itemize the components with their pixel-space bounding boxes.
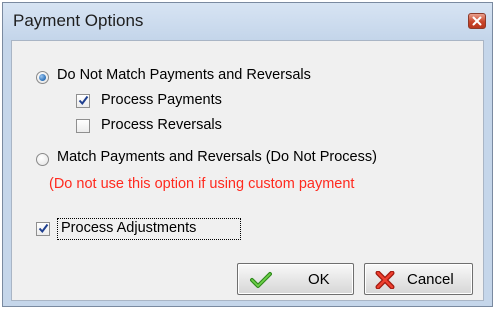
do-not-match-label[interactable]: Do Not Match Payments and Reversals — [57, 67, 311, 83]
process-payments-checkbox[interactable] — [76, 94, 90, 108]
payment-options-dialog: Payment Options Do Not Match Payments an… — [2, 2, 493, 307]
green-checkmark-icon — [250, 272, 272, 288]
match-radio[interactable] — [36, 153, 49, 166]
warning-text: (Do not use this option if using custom … — [49, 176, 355, 192]
dialog-title: Payment Options — [13, 11, 144, 30]
ok-button[interactable]: OK — [237, 263, 354, 295]
cancel-button-label: Cancel — [407, 271, 454, 288]
process-payments-label[interactable]: Process Payments — [101, 92, 222, 108]
dialog-content: Do Not Match Payments and Reversals Proc… — [11, 40, 484, 301]
close-icon — [472, 16, 482, 26]
process-adjustments-label[interactable]: Process Adjustments — [61, 220, 196, 236]
process-adjustments-checkbox[interactable] — [36, 222, 50, 236]
red-x-icon — [375, 271, 395, 289]
radio-selected-dot — [39, 74, 46, 81]
title-bar[interactable]: Payment Options — [3, 3, 492, 40]
do-not-match-radio[interactable] — [36, 71, 49, 84]
process-reversals-checkbox[interactable] — [76, 119, 90, 133]
ok-button-label: OK — [308, 271, 330, 288]
close-button[interactable] — [468, 13, 486, 29]
match-label[interactable]: Match Payments and Reversals (Do Not Pro… — [57, 149, 377, 165]
process-reversals-label[interactable]: Process Reversals — [101, 117, 222, 133]
cancel-button[interactable]: Cancel — [364, 263, 473, 295]
checkmark-icon — [78, 95, 89, 106]
checkmark-icon — [38, 223, 49, 234]
